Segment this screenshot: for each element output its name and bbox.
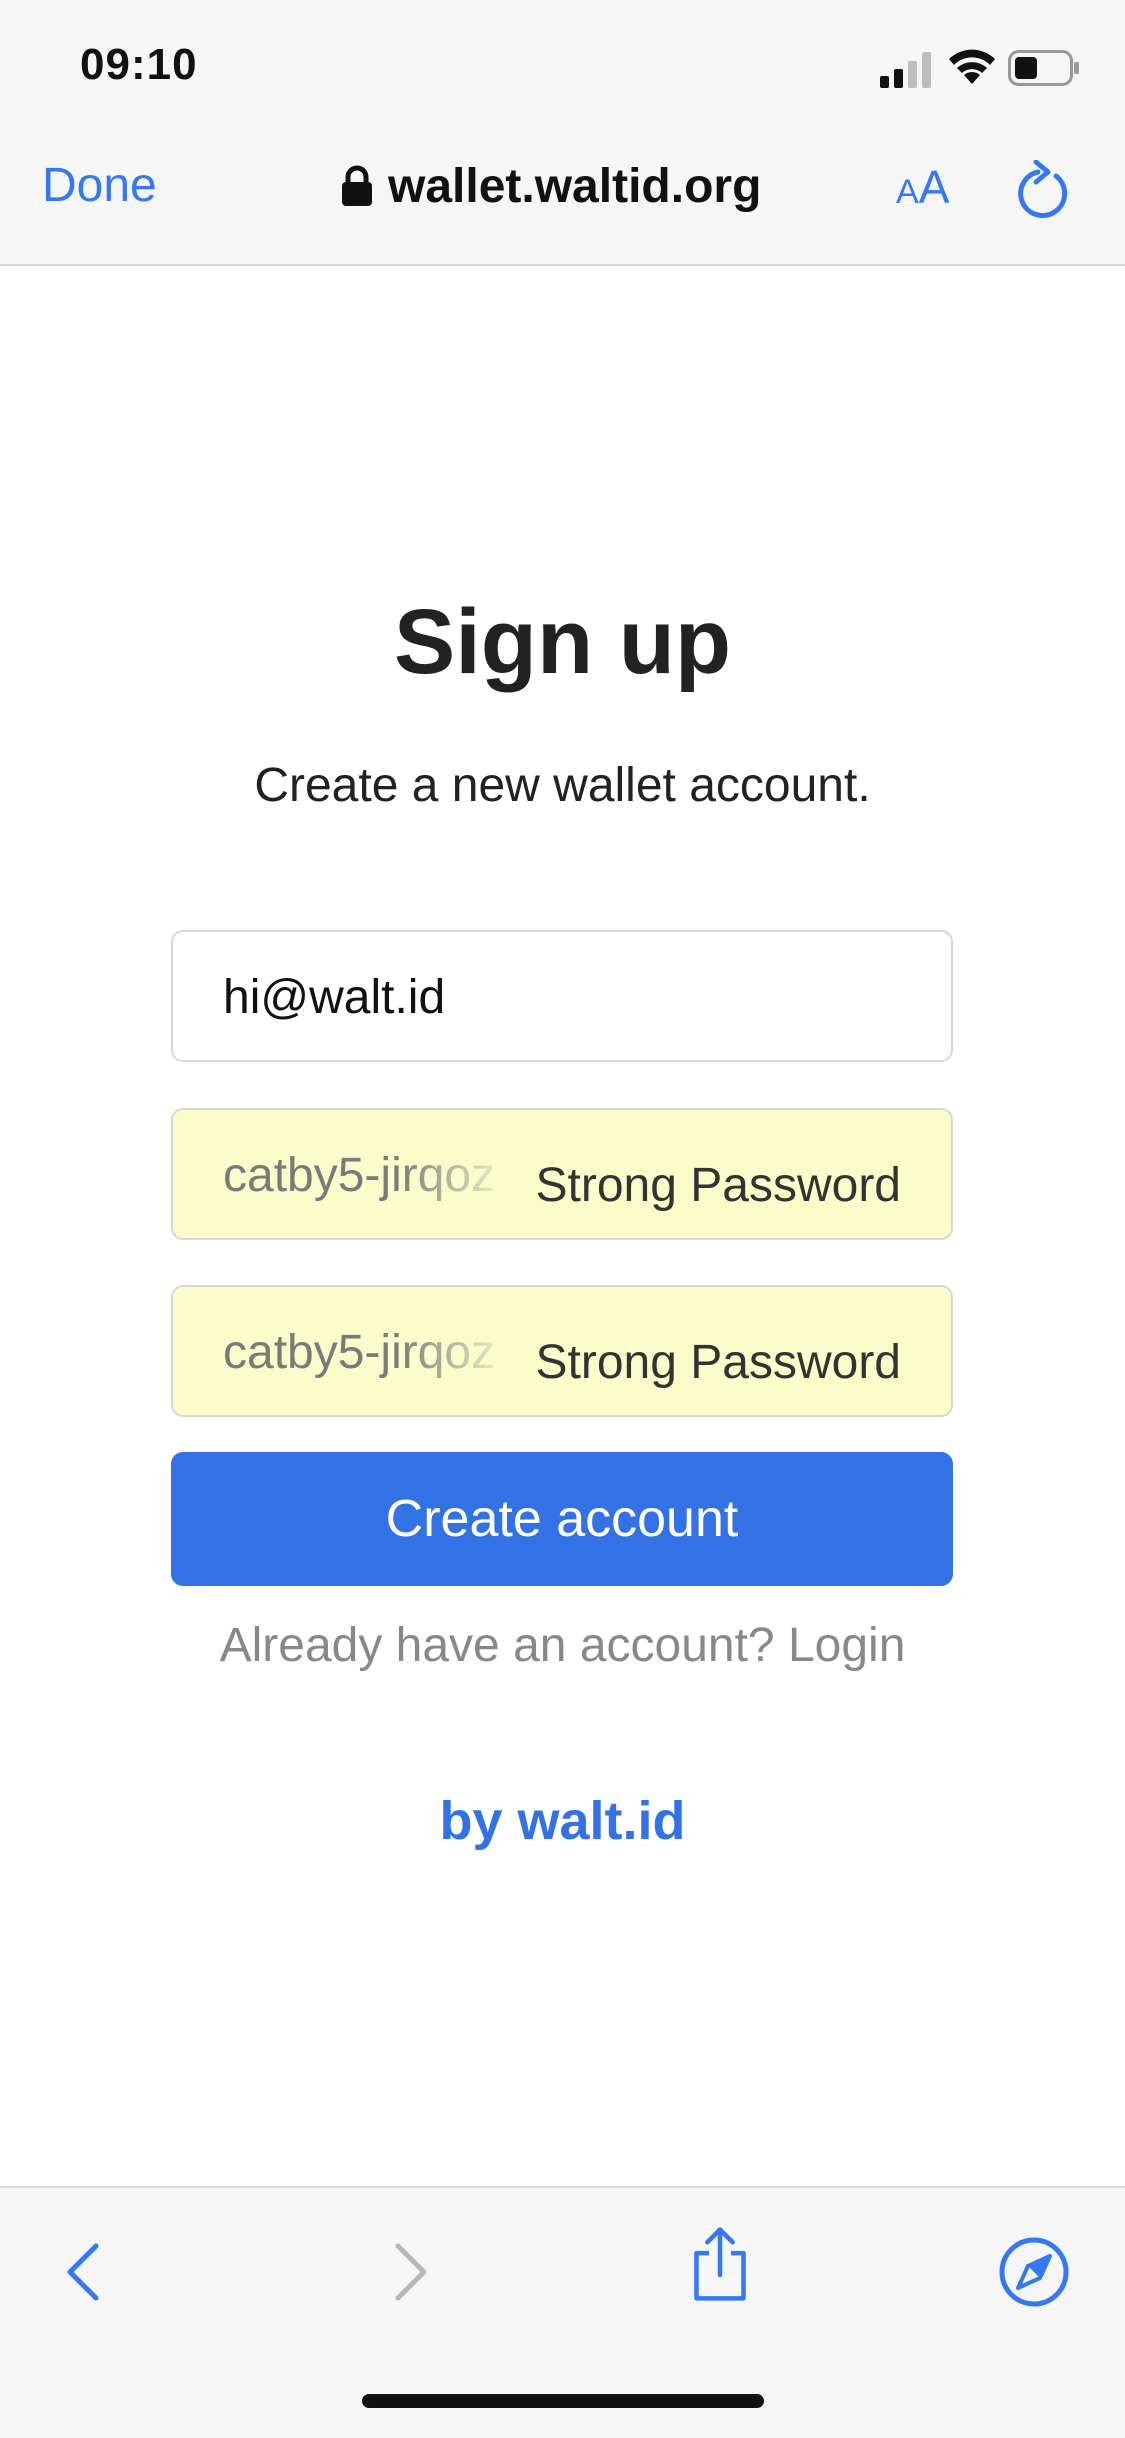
email-value: hi@walt.id	[223, 971, 446, 1024]
done-button[interactable]: Done	[42, 158, 157, 213]
text-size-small-glyph: A	[896, 173, 919, 211]
login-link[interactable]: Login	[788, 1619, 905, 1672]
cellular-signal-icon	[880, 52, 931, 88]
home-indicator[interactable]	[362, 2394, 764, 2408]
status-time: 09:10	[80, 40, 198, 89]
brand-link[interactable]: by walt.id	[0, 1790, 1125, 1852]
share-icon[interactable]	[682, 2226, 758, 2302]
password-field[interactable]: catby5-jirqoz Strong Password	[171, 1108, 953, 1240]
confirm-password-strength-label: Strong Password	[517, 1335, 901, 1390]
battery-icon	[1008, 50, 1079, 86]
create-account-button[interactable]: Create account	[171, 1452, 953, 1586]
confirm-password-field[interactable]: catby5-jirqoz Strong Password	[171, 1285, 953, 1417]
text-size-button[interactable]: AA	[896, 160, 949, 214]
url-text: wallet.waltid.org	[388, 159, 762, 213]
password-value: catby5-jirqoz	[223, 1149, 496, 1202]
text-size-large-glyph: A	[918, 161, 950, 213]
email-field[interactable]: hi@walt.id	[171, 930, 953, 1062]
password-strength-label: Strong Password	[517, 1158, 901, 1213]
page-title: Sign up	[393, 591, 732, 693]
confirm-password-value: catby5-jirqoz	[223, 1326, 496, 1379]
compass-icon[interactable]	[996, 2234, 1072, 2310]
status-bar: 09:10	[0, 0, 1125, 130]
address-bar[interactable]: wallet.waltid.org	[340, 156, 761, 216]
page-subtitle: Create a new wallet account.	[254, 759, 871, 812]
reload-icon[interactable]	[1016, 160, 1072, 220]
browser-header: Done wallet.waltid.org AA	[0, 130, 1125, 266]
login-prompt: Already have an account?	[219, 1619, 788, 1672]
chevron-left-icon[interactable]	[48, 2234, 124, 2310]
wifi-icon	[949, 49, 995, 84]
lock-icon	[342, 165, 372, 206]
login-prompt-line: Already have an account? Login	[0, 1618, 1125, 1673]
chevron-right-icon[interactable]	[370, 2234, 446, 2310]
